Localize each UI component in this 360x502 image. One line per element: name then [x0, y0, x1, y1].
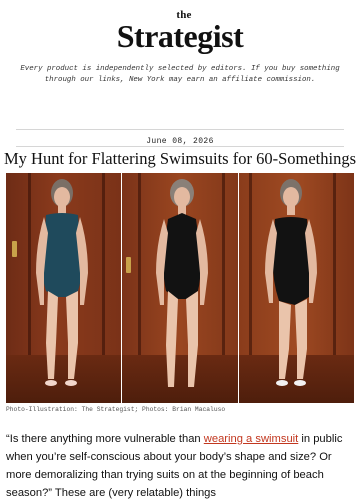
- article-hero-image: [6, 173, 354, 403]
- masthead: the Strategist Every product is independ…: [0, 0, 360, 86]
- photo-panel-black-wrap-swimsuit: [237, 173, 354, 403]
- divider-bottom: [16, 146, 344, 147]
- logo-main-text: Strategist: [116, 18, 244, 54]
- wearing-a-swimsuit-link[interactable]: wearing a swimsuit: [204, 433, 299, 445]
- body-text-before-link: “Is there anything more vulnerable than: [6, 433, 204, 445]
- article-title: My Hunt for Flattering Swimsuits for 60-…: [4, 149, 356, 168]
- article-body-paragraph: “Is there anything more vulnerable than …: [6, 430, 356, 502]
- affiliate-disclaimer: Every product is independently selected …: [20, 65, 340, 84]
- photo-panel-black-halter-swimsuit: [121, 173, 238, 403]
- site-logo[interactable]: the Strategist: [116, 10, 244, 54]
- publish-date: June 08, 2026: [146, 137, 214, 146]
- person-figure-2: [156, 179, 209, 387]
- photo-credit: Photo-Illustration: The Strategist; Phot…: [6, 406, 226, 413]
- photo-panel-teal-swimsuit: [6, 173, 122, 403]
- divider-top: [16, 129, 344, 130]
- person-figure-3: [264, 179, 317, 386]
- person-figure-1: [36, 179, 88, 386]
